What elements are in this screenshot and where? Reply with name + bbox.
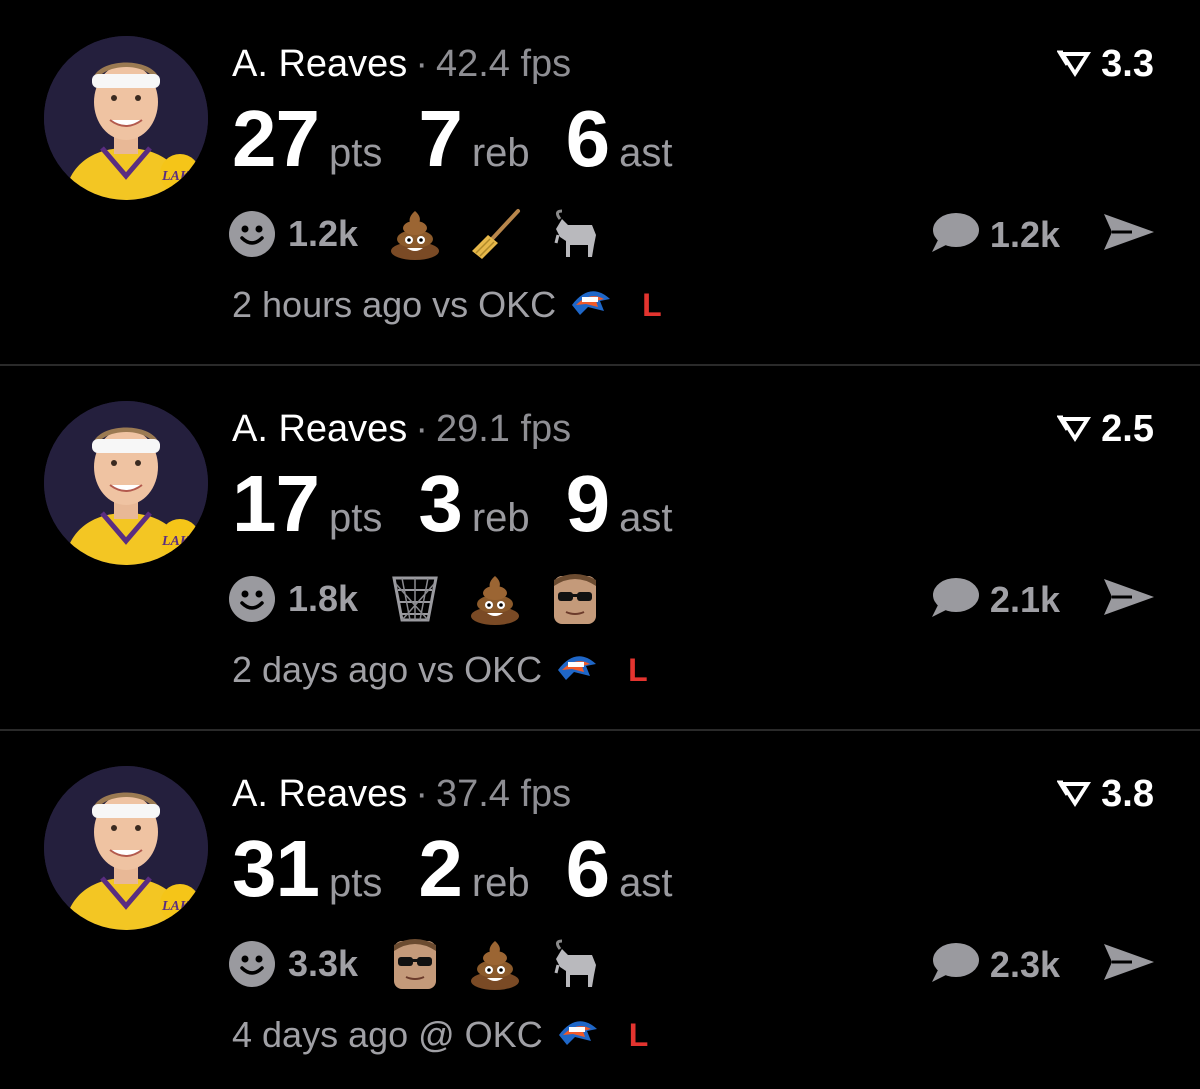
goat-icon[interactable]	[546, 205, 604, 263]
assists-label: ast	[619, 861, 673, 905]
send-icon	[1102, 579, 1156, 623]
player-avatar[interactable]: LAKERS	[44, 766, 208, 930]
comment-bubble-icon	[928, 940, 980, 989]
svg-text:LAKERS: LAKERS	[161, 169, 208, 184]
separator: ·	[415, 43, 428, 85]
poop-icon[interactable]	[466, 570, 524, 628]
player-name[interactable]: A. Reaves	[232, 408, 407, 450]
rank-value: 2.5	[1101, 408, 1154, 450]
rank-badge[interactable]: 3.8	[1057, 770, 1154, 818]
comment-count: 1.2k	[989, 213, 1060, 255]
goat-icon[interactable]	[546, 935, 604, 993]
fantasy-points: 37.4 fps	[435, 773, 572, 815]
smile-icon[interactable]	[228, 575, 276, 623]
post-card[interactable]: LAKERS A. Reaves·37.4 fps 3.8 31pts 2reb…	[0, 730, 1200, 1089]
post-card[interactable]: LAKERS A. Reaves·42.4 fps 3.3 27pts 7reb…	[0, 0, 1200, 364]
share-button[interactable]	[1102, 940, 1156, 989]
player-title: A. Reaves · 37.4 fps	[232, 770, 571, 818]
rebounds-label: reb	[471, 131, 530, 175]
rank-value: 3.8	[1101, 773, 1154, 815]
points-value: 17	[232, 459, 320, 548]
points-label: pts	[328, 496, 383, 540]
broom-icon[interactable]	[466, 205, 524, 263]
share-button[interactable]	[1102, 575, 1156, 624]
face-sunglasses-icon[interactable]	[386, 935, 444, 993]
comment-count: 2.3k	[989, 943, 1060, 985]
send-icon	[1102, 214, 1156, 258]
game-info: 4 days ago @ OKC L	[232, 1014, 648, 1056]
comments-button[interactable]: 2.3k	[928, 940, 1060, 989]
rank-icon	[1057, 779, 1093, 809]
rebounds-label: reb	[471, 861, 530, 905]
game-time: 2 hours ago vs OKC	[232, 284, 557, 325]
reactions-bar: 3.3k	[228, 936, 626, 992]
send-icon	[1102, 944, 1156, 988]
reaction-count: 3.3k	[288, 943, 359, 984]
stat-line: 31 pts 2 reb 6 ast	[232, 826, 709, 912]
rank-value: 3.3	[1101, 43, 1154, 85]
player-feed: LAKERS A. Reaves·42.4 fps 3.3 27pts 7reb…	[0, 0, 1200, 1089]
game-info: 2 days ago vs OKC L	[232, 649, 648, 691]
rebounds-value: 2	[418, 824, 462, 913]
stat-line: 27 pts 7 reb 6 ast	[232, 96, 709, 182]
rank-icon	[1057, 414, 1093, 444]
reactions-bar: 1.8k	[228, 571, 626, 627]
smile-icon[interactable]	[228, 210, 276, 258]
stat-line: 17 pts 3 reb 9 ast	[232, 461, 709, 547]
okc-thunder-logo-icon	[557, 1014, 599, 1056]
okc-thunder-logo-icon	[556, 649, 598, 691]
fantasy-points: 42.4 fps	[435, 43, 572, 85]
rank-badge[interactable]: 3.3	[1057, 40, 1154, 88]
player-name[interactable]: A. Reaves	[232, 773, 407, 815]
assists-label: ast	[619, 131, 673, 175]
separator: ·	[415, 408, 428, 450]
post-card[interactable]: LAKERS A. Reaves·29.1 fps 2.5 17pts 3reb…	[0, 365, 1200, 729]
rank-icon	[1057, 49, 1093, 79]
rebounds-value: 7	[418, 94, 462, 183]
rebounds-label: reb	[471, 496, 530, 540]
points-label: pts	[328, 131, 383, 175]
comment-bubble-icon	[928, 575, 980, 624]
reactions-bar: 1.2k	[228, 206, 626, 262]
share-button[interactable]	[1102, 210, 1156, 259]
okc-thunder-logo-icon	[570, 284, 612, 326]
game-result: L	[628, 1016, 649, 1053]
comment-count: 2.1k	[989, 578, 1060, 620]
rank-badge[interactable]: 2.5	[1057, 405, 1154, 453]
svg-text:LAKERS: LAKERS	[161, 534, 208, 549]
basket-icon[interactable]	[386, 570, 444, 628]
assists-label: ast	[619, 496, 673, 540]
points-value: 31	[232, 824, 320, 913]
game-info: 2 hours ago vs OKC L	[232, 284, 662, 326]
poop-icon[interactable]	[386, 205, 444, 263]
smile-icon[interactable]	[228, 940, 276, 988]
points-label: pts	[328, 861, 383, 905]
fantasy-points: 29.1 fps	[435, 408, 572, 450]
game-result: L	[642, 286, 662, 323]
player-avatar[interactable]: LAKERS	[44, 36, 208, 200]
player-title: A. Reaves · 42.4 fps	[232, 40, 571, 88]
svg-text:LAKERS: LAKERS	[161, 899, 208, 914]
assists-value: 9	[565, 459, 610, 548]
reaction-count: 1.2k	[288, 213, 359, 254]
poop-icon[interactable]	[466, 935, 524, 993]
game-time: 2 days ago vs OKC	[232, 649, 543, 690]
face-sunglasses-icon[interactable]	[546, 570, 604, 628]
player-avatar[interactable]: LAKERS	[44, 401, 208, 565]
separator: ·	[415, 773, 428, 815]
comments-button[interactable]: 2.1k	[928, 575, 1060, 624]
assists-value: 6	[565, 94, 610, 183]
rebounds-value: 3	[418, 459, 462, 548]
game-time: 4 days ago @ OKC	[232, 1014, 543, 1055]
points-value: 27	[232, 94, 320, 183]
game-result: L	[628, 651, 648, 688]
player-name[interactable]: A. Reaves	[232, 43, 407, 85]
player-title: A. Reaves · 29.1 fps	[232, 405, 571, 453]
comments-button[interactable]: 1.2k	[928, 210, 1060, 259]
comment-bubble-icon	[928, 210, 980, 259]
assists-value: 6	[565, 824, 610, 913]
reaction-count: 1.8k	[288, 578, 359, 619]
